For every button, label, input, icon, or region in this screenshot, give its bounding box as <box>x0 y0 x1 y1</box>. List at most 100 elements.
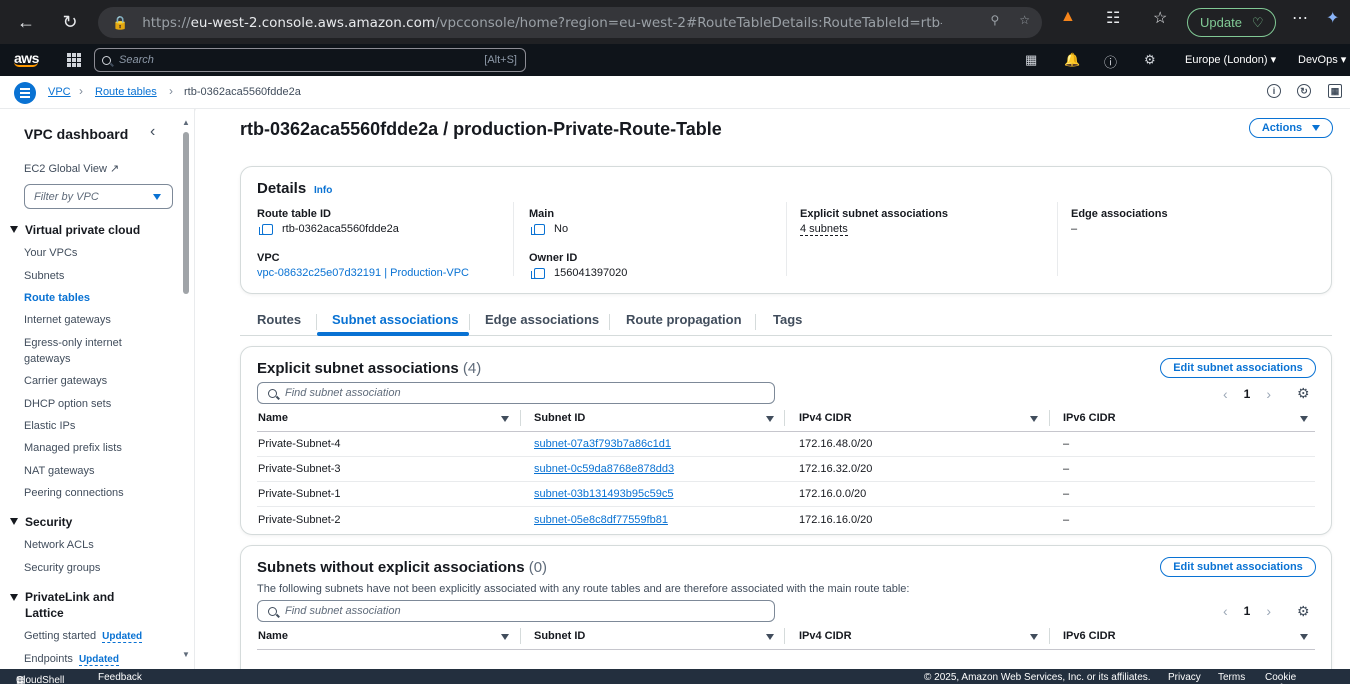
scroll-up-icon[interactable]: ▲ <box>182 118 190 127</box>
preferences-icon[interactable]: ▦ <box>1328 84 1342 98</box>
copy-icon[interactable] <box>259 223 273 235</box>
account-menu[interactable]: DevOps ▾ <box>1298 53 1346 66</box>
feedback-icon[interactable]: ↻ <box>1297 84 1311 98</box>
section-security[interactable]: Security <box>10 514 150 530</box>
next-page-icon[interactable]: › <box>1266 386 1271 402</box>
update-button[interactable]: Update ♡ <box>1187 8 1276 37</box>
notifications-icon[interactable]: 🔔 <box>1064 52 1080 68</box>
aws-search-input[interactable]: Search [Alt+S] <box>94 48 526 72</box>
breadcrumb-vpc[interactable]: VPC <box>48 86 71 98</box>
sidebar-item-network-acls[interactable]: Network ACLs <box>24 537 154 553</box>
tab-route-propagation[interactable]: Route propagation <box>626 312 742 327</box>
prev-page-icon[interactable]: ‹ <box>1223 386 1228 402</box>
feedback-link[interactable]: Feedback <box>98 672 142 683</box>
table-settings-icon[interactable]: ⚙ <box>1297 603 1310 620</box>
info-circle-icon[interactable]: i <box>1267 84 1281 98</box>
sidebar-item-egress-only-gateways[interactable]: Egress-only internet gateways <box>24 335 136 367</box>
help-icon[interactable]: ⓘ <box>1104 52 1117 71</box>
sort-caret-icon[interactable] <box>1030 416 1038 422</box>
favorites-icon[interactable]: ☆ <box>1153 8 1167 28</box>
back-icon[interactable]: ← <box>9 5 43 39</box>
sidebar-item-your-vpcs[interactable]: Your VPCs <box>24 245 154 261</box>
more-menu-icon[interactable]: ⋯ <box>1292 8 1308 28</box>
sidebar-item-peering-connections[interactable]: Peering connections <box>24 485 154 501</box>
site-info-icon[interactable]: 🔒 <box>112 15 128 31</box>
table-settings-icon[interactable]: ⚙ <box>1297 385 1310 402</box>
tab-routes[interactable]: Routes <box>257 312 301 327</box>
tab-subnet-associations[interactable]: Subnet associations <box>332 312 458 327</box>
sidebar-item-dhcp-option-sets[interactable]: DHCP option sets <box>24 396 154 412</box>
prev-page-icon[interactable]: ‹ <box>1223 603 1228 619</box>
sidebar-item-getting-started[interactable]: Getting started Updated <box>24 628 184 645</box>
sort-caret-icon[interactable] <box>766 634 774 640</box>
cell-subnet-id[interactable]: subnet-0c59da8768e878dd3 <box>534 463 674 475</box>
cell-subnet-id[interactable]: subnet-05e8c8df77559fb81 <box>534 514 668 526</box>
cloudshell-icon[interactable]: ▦ <box>1025 52 1037 68</box>
column-header-name[interactable]: Name <box>258 630 288 642</box>
settings-gear-icon[interactable]: ⚙ <box>1144 52 1156 68</box>
tab-edge-associations[interactable]: Edge associations <box>485 312 599 327</box>
sidebar-item-ec2-global-view[interactable]: EC2 Global View ↗ <box>24 161 154 177</box>
section-virtual-private-cloud[interactable]: Virtual private cloud <box>10 222 150 238</box>
metamask-extension-icon[interactable]: ▲ <box>1060 8 1076 26</box>
current-page[interactable]: 1 <box>1244 604 1251 618</box>
sort-caret-icon[interactable] <box>1030 634 1038 640</box>
copilot-icon[interactable]: ✦ <box>1326 8 1339 28</box>
services-grid-icon[interactable] <box>67 53 81 67</box>
section-privatelink[interactable]: PrivateLink and Lattice <box>10 589 130 621</box>
side-nav-toggle-icon[interactable] <box>14 82 36 104</box>
cell-subnet-id[interactable]: subnet-07a3f793b7a86c1d1 <box>534 438 671 450</box>
column-header-subnet-id[interactable]: Subnet ID <box>534 630 585 642</box>
sidebar-item-nat-gateways[interactable]: NAT gateways <box>24 463 154 479</box>
column-header-ipv4-cidr[interactable]: IPv4 CIDR <box>799 412 852 424</box>
find-subnet-association-input[interactable]: Find subnet association <box>257 382 775 404</box>
edit-subnet-associations-button[interactable]: Edit subnet associations <box>1160 358 1316 378</box>
column-header-ipv6-cidr[interactable]: IPv6 CIDR <box>1063 630 1116 642</box>
sort-caret-icon[interactable] <box>766 416 774 422</box>
column-header-ipv6-cidr[interactable]: IPv6 CIDR <box>1063 412 1116 424</box>
sidebar-title[interactable]: VPC dashboard <box>24 126 128 142</box>
vpc-link[interactable]: vpc-08632c25e07d32191 | Production-VPC <box>257 267 469 279</box>
sidebar-item-subnets[interactable]: Subnets <box>24 268 154 284</box>
current-page[interactable]: 1 <box>1244 387 1251 401</box>
details-info-link[interactable]: Info <box>314 185 332 196</box>
explicit-associations-value[interactable]: 4 subnets <box>800 223 848 236</box>
actions-button[interactable]: Actions <box>1249 118 1333 138</box>
sidebar-item-route-tables[interactable]: Route tables <box>24 290 154 306</box>
breadcrumb-route-tables[interactable]: Route tables <box>95 86 157 98</box>
sidebar-item-elastic-ips[interactable]: Elastic IPs <box>24 418 154 434</box>
scrollbar-thumb[interactable] <box>183 132 189 294</box>
copy-icon[interactable] <box>531 223 545 235</box>
aws-logo[interactable]: aws <box>14 50 39 67</box>
privacy-link[interactable]: Privacy <box>1168 672 1201 683</box>
sort-caret-icon[interactable] <box>501 416 509 422</box>
bookmark-star-icon[interactable]: ☆ <box>1019 13 1030 27</box>
zoom-icon[interactable]: ⚲ <box>990 13 999 27</box>
sidebar-item-carrier-gateways[interactable]: Carrier gateways <box>24 373 154 389</box>
terms-link[interactable]: Terms <box>1218 672 1245 683</box>
find-subnet-association-input[interactable]: Find subnet association <box>257 600 775 622</box>
collapse-sidebar-icon[interactable]: ‹ <box>150 123 155 141</box>
edit-subnet-associations-button[interactable]: Edit subnet associations <box>1160 557 1316 577</box>
tab-tags[interactable]: Tags <box>773 312 802 327</box>
reload-icon[interactable]: ↻ <box>53 5 87 39</box>
extensions-icon[interactable]: ☷ <box>1106 8 1120 28</box>
next-page-icon[interactable]: › <box>1266 603 1271 619</box>
sort-caret-icon[interactable] <box>1300 634 1308 640</box>
vpc-filter-select[interactable]: Filter by VPC <box>24 184 173 209</box>
address-bar[interactable]: 🔒 https://eu-west-2.console.aws.amazon.c… <box>98 7 1042 38</box>
sort-caret-icon[interactable] <box>1300 416 1308 422</box>
region-selector[interactable]: Europe (London) ▾ <box>1185 53 1276 66</box>
column-header-ipv4-cidr[interactable]: IPv4 CIDR <box>799 630 852 642</box>
sort-caret-icon[interactable] <box>501 634 509 640</box>
sidebar-item-managed-prefix-lists[interactable]: Managed prefix lists <box>24 440 154 456</box>
copy-icon[interactable] <box>531 267 545 279</box>
scroll-down-icon[interactable]: ▼ <box>182 650 190 659</box>
sidebar-item-internet-gateways[interactable]: Internet gateways <box>24 312 154 328</box>
cell-subnet-id[interactable]: subnet-03b131493b95c59c5 <box>534 488 673 500</box>
sidebar-scrollbar[interactable]: ▲ ▼ <box>182 118 190 663</box>
cookie-preferences-link[interactable]: Cookie preferences <box>1265 672 1350 684</box>
column-header-subnet-id[interactable]: Subnet ID <box>534 412 585 424</box>
column-header-name[interactable]: Name <box>258 412 288 424</box>
sidebar-item-security-groups[interactable]: Security groups <box>24 560 154 576</box>
